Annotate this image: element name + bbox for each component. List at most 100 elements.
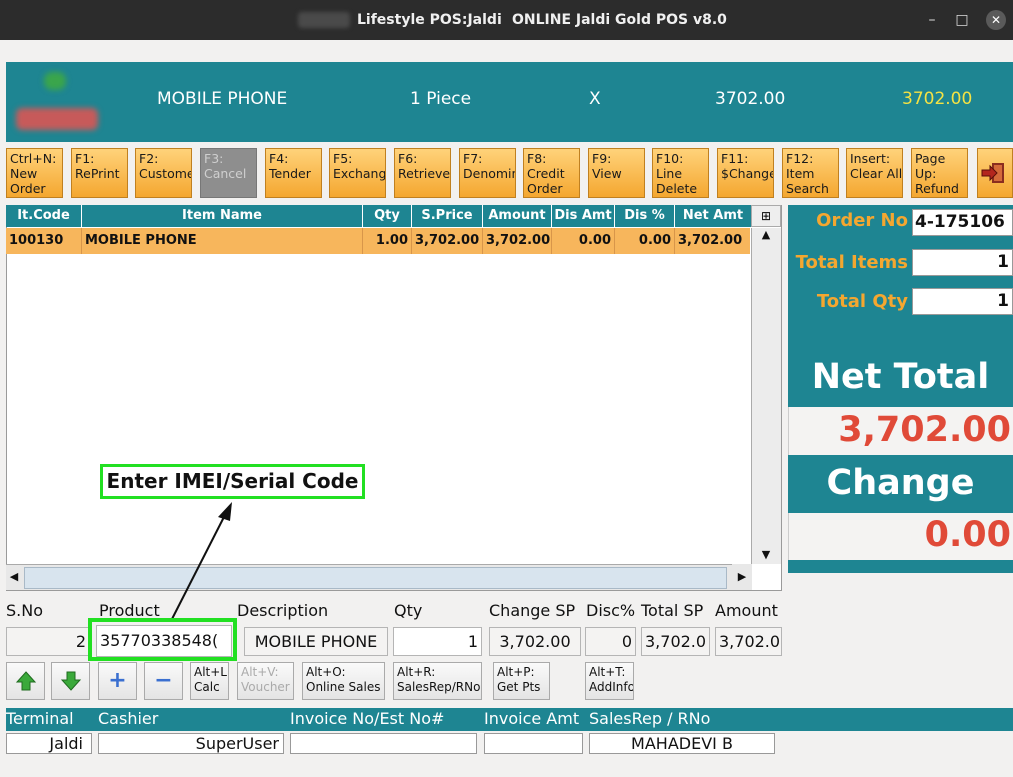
store-logo-text xyxy=(16,108,98,130)
col-header-item-name[interactable]: Item Name xyxy=(82,205,363,227)
cell-itcode: 100130 xyxy=(6,228,82,254)
arrow-down-icon xyxy=(60,671,81,691)
plus-icon: + xyxy=(108,668,127,693)
sno-label: S.No xyxy=(6,601,43,620)
col-header-dis-pct[interactable]: Dis % xyxy=(615,205,675,227)
move-up-button[interactable] xyxy=(6,662,45,700)
col-header-qty[interactable]: Qty xyxy=(363,205,412,227)
arrow-up-icon xyxy=(15,671,36,691)
new-order-button[interactable]: Ctrl+N: New Order xyxy=(6,148,63,198)
vertical-scrollbar[interactable] xyxy=(751,228,781,564)
invoice-amt-label: Invoice Amt xyxy=(484,709,580,728)
col-header-amount[interactable]: Amount xyxy=(483,205,552,227)
window-version-title: ONLINE Jaldi Gold POS v8.0 xyxy=(512,12,727,28)
header-item-name: MOBILE PHONE xyxy=(157,89,288,109)
header-total: 3702.00 xyxy=(902,89,973,109)
cashier-label: Cashier xyxy=(98,709,159,728)
change-sp-label: Change SP xyxy=(489,601,576,620)
total-items-value: 1 xyxy=(912,249,1013,276)
sno-field: 2 xyxy=(6,627,90,656)
header-price: 3702.00 xyxy=(715,89,786,109)
get-pts-button[interactable]: Alt+P: Get Pts xyxy=(493,662,550,700)
minimize-button[interactable]: – xyxy=(922,10,942,30)
customer-button[interactable]: F2: Custome xyxy=(135,148,192,198)
move-down-button[interactable] xyxy=(51,662,90,700)
view-button[interactable]: F9: View xyxy=(588,148,645,198)
refund-button[interactable]: Page Up: Refund xyxy=(911,148,968,198)
denomination-button[interactable]: F7: Denomin xyxy=(459,148,516,198)
item-search-button[interactable]: F12: Item Search xyxy=(782,148,839,198)
change-label: Change xyxy=(788,455,1013,513)
voucher-button[interactable]: Alt+V: Voucher xyxy=(237,662,294,700)
salesrep-value: MAHADEVI B xyxy=(589,733,775,754)
cell-item-name: MOBILE PHONE xyxy=(82,228,363,254)
change-button[interactable]: F11: $Change xyxy=(717,148,774,198)
total-qty-value: 1 xyxy=(912,288,1013,315)
grid-header: It.Code Item Name Qty S.Price Amount Dis… xyxy=(6,205,751,227)
salesrep-button[interactable]: Alt+R: SalesRep/RNo xyxy=(393,662,482,700)
cell-net-amt: 3,702.00 xyxy=(678,233,743,248)
imei-callout: Enter IMEI/Serial Code xyxy=(100,464,365,499)
order-no-label: Order No xyxy=(816,210,908,231)
online-sales-button[interactable]: Alt+O: Online Sales xyxy=(302,662,385,700)
retrieve-button[interactable]: F6: Retrieve xyxy=(394,148,451,198)
credit-order-button[interactable]: F8: Credit Order xyxy=(523,148,580,198)
scroll-down-icon[interactable]: ▼ xyxy=(751,548,781,562)
tender-button[interactable]: F4: Tender xyxy=(265,148,322,198)
reprint-button[interactable]: F1: RePrint xyxy=(71,148,128,198)
scroll-left-icon[interactable]: ◀ xyxy=(7,570,21,584)
col-header-net-amt[interactable]: Net Amt xyxy=(675,205,751,227)
window-title: Lifestyle POS:Jaldi xyxy=(357,12,502,28)
cancel-button[interactable]: F3: Cancel xyxy=(200,148,257,198)
amount-label: Amount xyxy=(715,601,778,620)
line-delete-button[interactable]: F10: Line Delete xyxy=(652,148,709,198)
cell-dis-amt: 0.00 xyxy=(552,228,615,254)
col-header-sprice[interactable]: S.Price xyxy=(412,205,483,227)
col-header-itcode[interactable]: It.Code xyxy=(6,205,82,227)
minus-icon: − xyxy=(154,668,173,693)
column-chooser-icon[interactable]: ⊞ xyxy=(751,205,781,227)
redacted-title-part xyxy=(298,12,350,28)
terminal-label: Terminal xyxy=(6,709,74,728)
cell-qty: 1.00 xyxy=(363,228,412,254)
header-multiply: X xyxy=(589,89,601,109)
scroll-up-icon[interactable]: ▲ xyxy=(751,228,781,242)
callout-arrow-icon xyxy=(171,502,232,620)
invoice-no-label: Invoice No/Est No# xyxy=(290,709,445,728)
calc-button[interactable]: Alt+L: Calc xyxy=(190,662,229,700)
cell-sprice: 3,702.00 xyxy=(412,228,483,254)
scroll-right-icon[interactable]: ▶ xyxy=(735,570,749,584)
total-sp-field: 3,702.0 xyxy=(641,627,710,656)
total-items-label: Total Items xyxy=(795,252,908,273)
add-button[interactable]: + xyxy=(98,662,137,700)
cashier-value: SuperUser xyxy=(98,733,284,754)
items-grid xyxy=(6,205,782,591)
table-row[interactable]: 100130 MOBILE PHONE 1.00 3,702.00 3,702.… xyxy=(6,228,750,254)
amount-field: 3,702.0 xyxy=(715,627,782,656)
horizontal-scroll-thumb[interactable] xyxy=(24,567,727,589)
remove-button[interactable]: − xyxy=(144,662,183,700)
header-quantity: 1 Piece xyxy=(410,89,472,109)
qty-label: Qty xyxy=(394,601,423,620)
order-no-value: 4-175106 xyxy=(912,209,1013,236)
net-total-label: Net Total xyxy=(788,355,1013,407)
change-sp-input[interactable]: 3,702.00 xyxy=(489,627,581,656)
addinfo-button[interactable]: Alt+T: AddInfo xyxy=(585,662,634,700)
disc-input[interactable]: 0 xyxy=(585,627,636,656)
total-qty-label: Total Qty xyxy=(816,291,908,312)
close-button[interactable]: ✕ xyxy=(986,10,1006,30)
exchange-button[interactable]: F5: Exchang xyxy=(329,148,386,198)
col-header-dis-amt[interactable]: Dis Amt xyxy=(552,205,615,227)
invoice-no-value xyxy=(290,733,477,754)
terminal-value: Jaldi xyxy=(6,733,92,754)
net-total-value: 3,702.00 xyxy=(788,407,1013,455)
description-field: MOBILE PHONE xyxy=(244,627,388,656)
qty-input[interactable]: 1 xyxy=(393,627,482,656)
exit-button[interactable] xyxy=(977,148,1013,198)
product-highlight-box xyxy=(88,618,237,661)
invoice-amt-value xyxy=(484,733,583,754)
maximize-button[interactable]: □ xyxy=(952,10,972,30)
exit-icon xyxy=(981,163,1004,183)
cell-dis-pct: 0.00 xyxy=(615,228,675,254)
clear-all-button[interactable]: Insert: Clear All xyxy=(846,148,903,198)
